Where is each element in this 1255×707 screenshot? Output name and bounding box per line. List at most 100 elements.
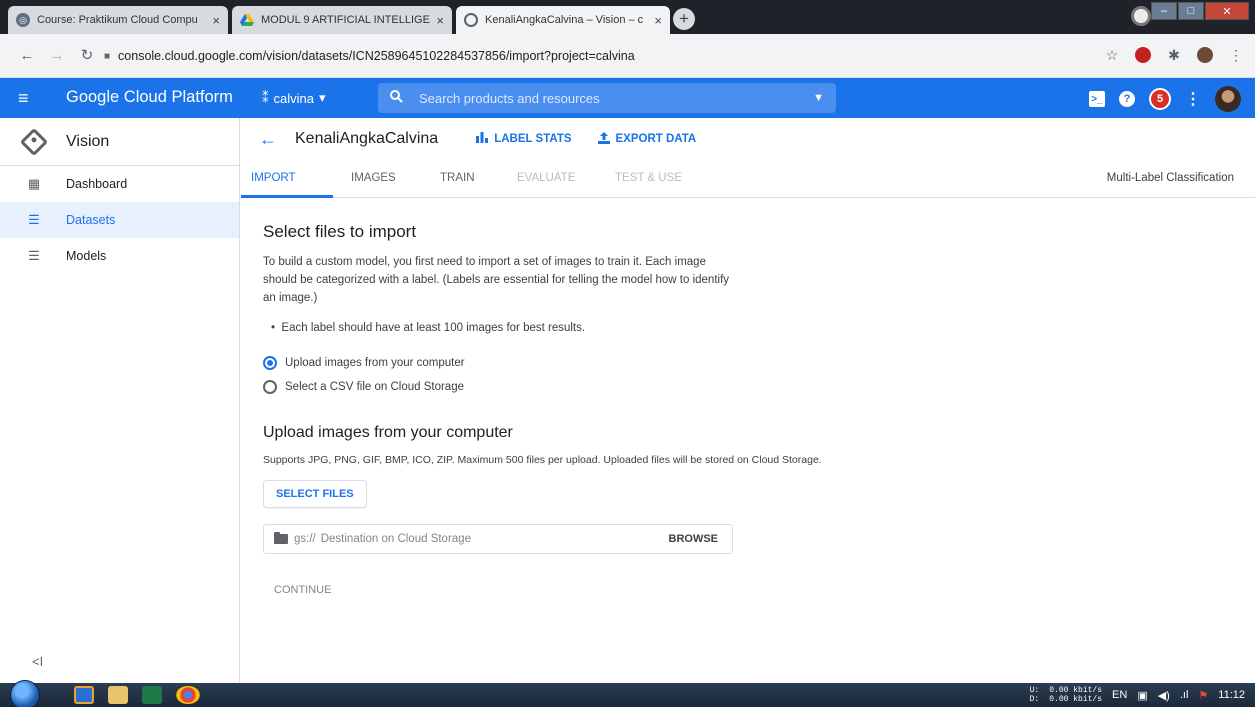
cloud-shell-icon[interactable]: >_ <box>1089 91 1105 107</box>
signal-icon[interactable]: .ıl <box>1180 689 1189 701</box>
hamburger-menu-icon[interactable]: ≡ <box>18 88 29 109</box>
media-player-icon[interactable] <box>74 686 94 704</box>
export-data-label: EXPORT DATA <box>615 133 697 145</box>
bullet-dot: • <box>271 322 282 334</box>
tab-test-use: TEST & USE <box>615 172 682 184</box>
more-options-icon[interactable]: ⋮ <box>1185 89 1201 109</box>
language-indicator[interactable]: EN <box>1112 689 1127 701</box>
close-tab-icon[interactable]: × <box>654 13 662 28</box>
new-tab-button[interactable]: + <box>673 8 695 30</box>
star-icon[interactable]: ☆ <box>1103 46 1121 64</box>
chrome-icon[interactable] <box>176 686 200 704</box>
vision-icon <box>464 13 478 27</box>
network-speed-labels: U: D: <box>1030 686 1040 704</box>
browser-menu-icon[interactable]: ⋮ <box>1227 46 1245 64</box>
url-text: console.cloud.google.com/vision/datasets… <box>118 49 635 63</box>
search-icon <box>390 90 403 106</box>
project-selector[interactable]: ⁑ calvina ▾ <box>262 90 326 106</box>
profile-avatar-icon[interactable] <box>1197 47 1213 63</box>
back-arrow-icon[interactable]: ← <box>259 129 277 150</box>
close-tab-icon[interactable]: × <box>212 13 220 28</box>
google-drive-icon <box>240 13 254 27</box>
intro-text: To build a custom model, you first need … <box>263 256 730 304</box>
brand-title[interactable]: Google Cloud Platform <box>66 88 233 107</box>
puzzle-icon[interactable]: ✱ <box>1165 46 1183 64</box>
network-icon[interactable]: ▣ <box>1137 689 1147 702</box>
dataset-tabs: IMPORT IMAGES TRAIN EVALUATE TEST & USE … <box>241 160 1255 198</box>
bar-chart-icon <box>476 132 489 146</box>
clock[interactable]: 11:12 <box>1218 689 1245 701</box>
excel-icon[interactable] <box>142 686 162 704</box>
product-name: Vision <box>66 132 110 150</box>
url-field[interactable]: ■ console.cloud.google.com/vision/datase… <box>104 43 1104 69</box>
minimize-button[interactable]: ‒ <box>1151 2 1177 20</box>
notification-badge[interactable]: 5 <box>1149 88 1171 110</box>
close-tab-icon[interactable]: × <box>436 13 444 28</box>
sidebar-item-models[interactable]: ☰ Models <box>0 238 239 274</box>
tab-evaluate: EVALUATE <box>517 172 576 184</box>
globe-icon: ◎ <box>16 13 30 27</box>
bullet-text: Each label should have at least 100 imag… <box>281 322 586 334</box>
radio-upload-option[interactable]: Upload images from your computer <box>263 356 465 370</box>
user-avatar[interactable] <box>1215 86 1241 112</box>
browse-button[interactable]: BROWSE <box>669 533 719 545</box>
collapse-nav-icon[interactable]: <I <box>32 654 43 669</box>
destination-field[interactable]: gs:// Destination on Cloud Storage BROWS… <box>263 524 733 554</box>
project-dots-icon: ⁑ <box>262 90 269 105</box>
search-placeholder: Search products and resources <box>419 90 600 106</box>
os-taskbar: U: D: 0.00 kbit/s 0.00 kbit/s EN ▣ ◀) .ı… <box>0 680 1255 707</box>
network-speed-values: 0.00 kbit/s 0.00 kbit/s <box>1049 686 1102 704</box>
sidebar-item-datasets[interactable]: ☰ Datasets <box>0 202 239 238</box>
browser-profile-icon[interactable] <box>1131 6 1151 26</box>
continue-button[interactable]: CONTINUE <box>274 584 331 596</box>
extension-icons: ☆ ✱ ⋮ <box>1103 46 1245 64</box>
back-arrow-icon[interactable]: ← <box>18 46 36 64</box>
tab-train[interactable]: TRAIN <box>440 172 475 184</box>
tab-title: Course: Praktikum Cloud Compu <box>37 14 198 26</box>
browser-tab-vision[interactable]: KenaliAngkaCalvina – Vision – c × <box>456 6 670 34</box>
browser-tab-strip: ◎ Course: Praktikum Cloud Compu × MODUL … <box>0 0 1255 34</box>
reload-icon[interactable]: ↻ <box>78 46 96 64</box>
supported-formats-text: Supports JPG, PNG, GIF, BMP, ICO, ZIP. M… <box>263 454 822 466</box>
close-window-button[interactable]: ✕ <box>1205 2 1249 20</box>
browser-tab-course[interactable]: ◎ Course: Praktikum Cloud Compu × <box>8 6 228 34</box>
list-icon: ☰ <box>28 248 40 263</box>
help-icon[interactable]: ? <box>1119 91 1135 107</box>
sidebar-item-dashboard[interactable]: ▦ Dashboard <box>0 166 239 202</box>
project-name: calvina <box>273 90 314 106</box>
label-stats-label: LABEL STATS <box>494 133 572 145</box>
chevron-down-icon[interactable]: ▼ <box>813 92 824 104</box>
file-explorer-icon[interactable] <box>108 686 128 704</box>
system-tray: U: D: 0.00 kbit/s 0.00 kbit/s EN ▣ ◀) .ı… <box>1030 683 1245 707</box>
label-stats-button[interactable]: LABEL STATS <box>476 132 572 146</box>
maximize-button[interactable]: □ <box>1178 2 1204 20</box>
radio-csv-option[interactable]: Select a CSV file on Cloud Storage <box>263 380 464 394</box>
volume-icon[interactable]: ◀) <box>1158 689 1170 702</box>
gs-prefix: gs:// <box>294 533 316 545</box>
radio-button-selected[interactable] <box>263 356 277 370</box>
select-files-button[interactable]: SELECT FILES <box>263 480 367 508</box>
left-nav: Vision ▦ Dashboard ☰ Datasets ☰ Models <… <box>0 118 240 683</box>
sidebar-item-label: Models <box>66 249 107 263</box>
browser-tab-modul[interactable]: MODUL 9 ARTIFICIAL INTELLIGE × <box>232 6 452 34</box>
tab-images[interactable]: IMAGES <box>351 172 396 184</box>
upload-heading: Upload images from your computer <box>263 424 513 441</box>
export-icon <box>597 131 610 147</box>
flag-icon[interactable]: ⚑ <box>1198 689 1208 702</box>
tab-import[interactable]: IMPORT <box>251 172 296 184</box>
dashboard-icon: ▦ <box>27 176 41 191</box>
product-header: Vision <box>0 118 239 166</box>
search-bar[interactable]: Search products and resources ▼ <box>378 83 836 113</box>
radio-button[interactable] <box>263 380 277 394</box>
extension-badge-icon[interactable] <box>1135 47 1151 63</box>
export-data-button[interactable]: EXPORT DATA <box>597 131 697 147</box>
forward-arrow-icon[interactable]: → <box>48 46 66 64</box>
model-type-label: Multi-Label Classification <box>1106 172 1234 184</box>
page-title: Select files to import <box>263 222 417 241</box>
caret-down-icon: ▾ <box>318 90 326 105</box>
radio-label: Select a CSV file on Cloud Storage <box>285 381 464 393</box>
start-button[interactable] <box>10 680 40 707</box>
list-icon: ☰ <box>28 212 40 227</box>
destination-placeholder: Destination on Cloud Storage <box>320 533 471 545</box>
bullet-item: • Each label should have at least 100 im… <box>271 322 585 334</box>
